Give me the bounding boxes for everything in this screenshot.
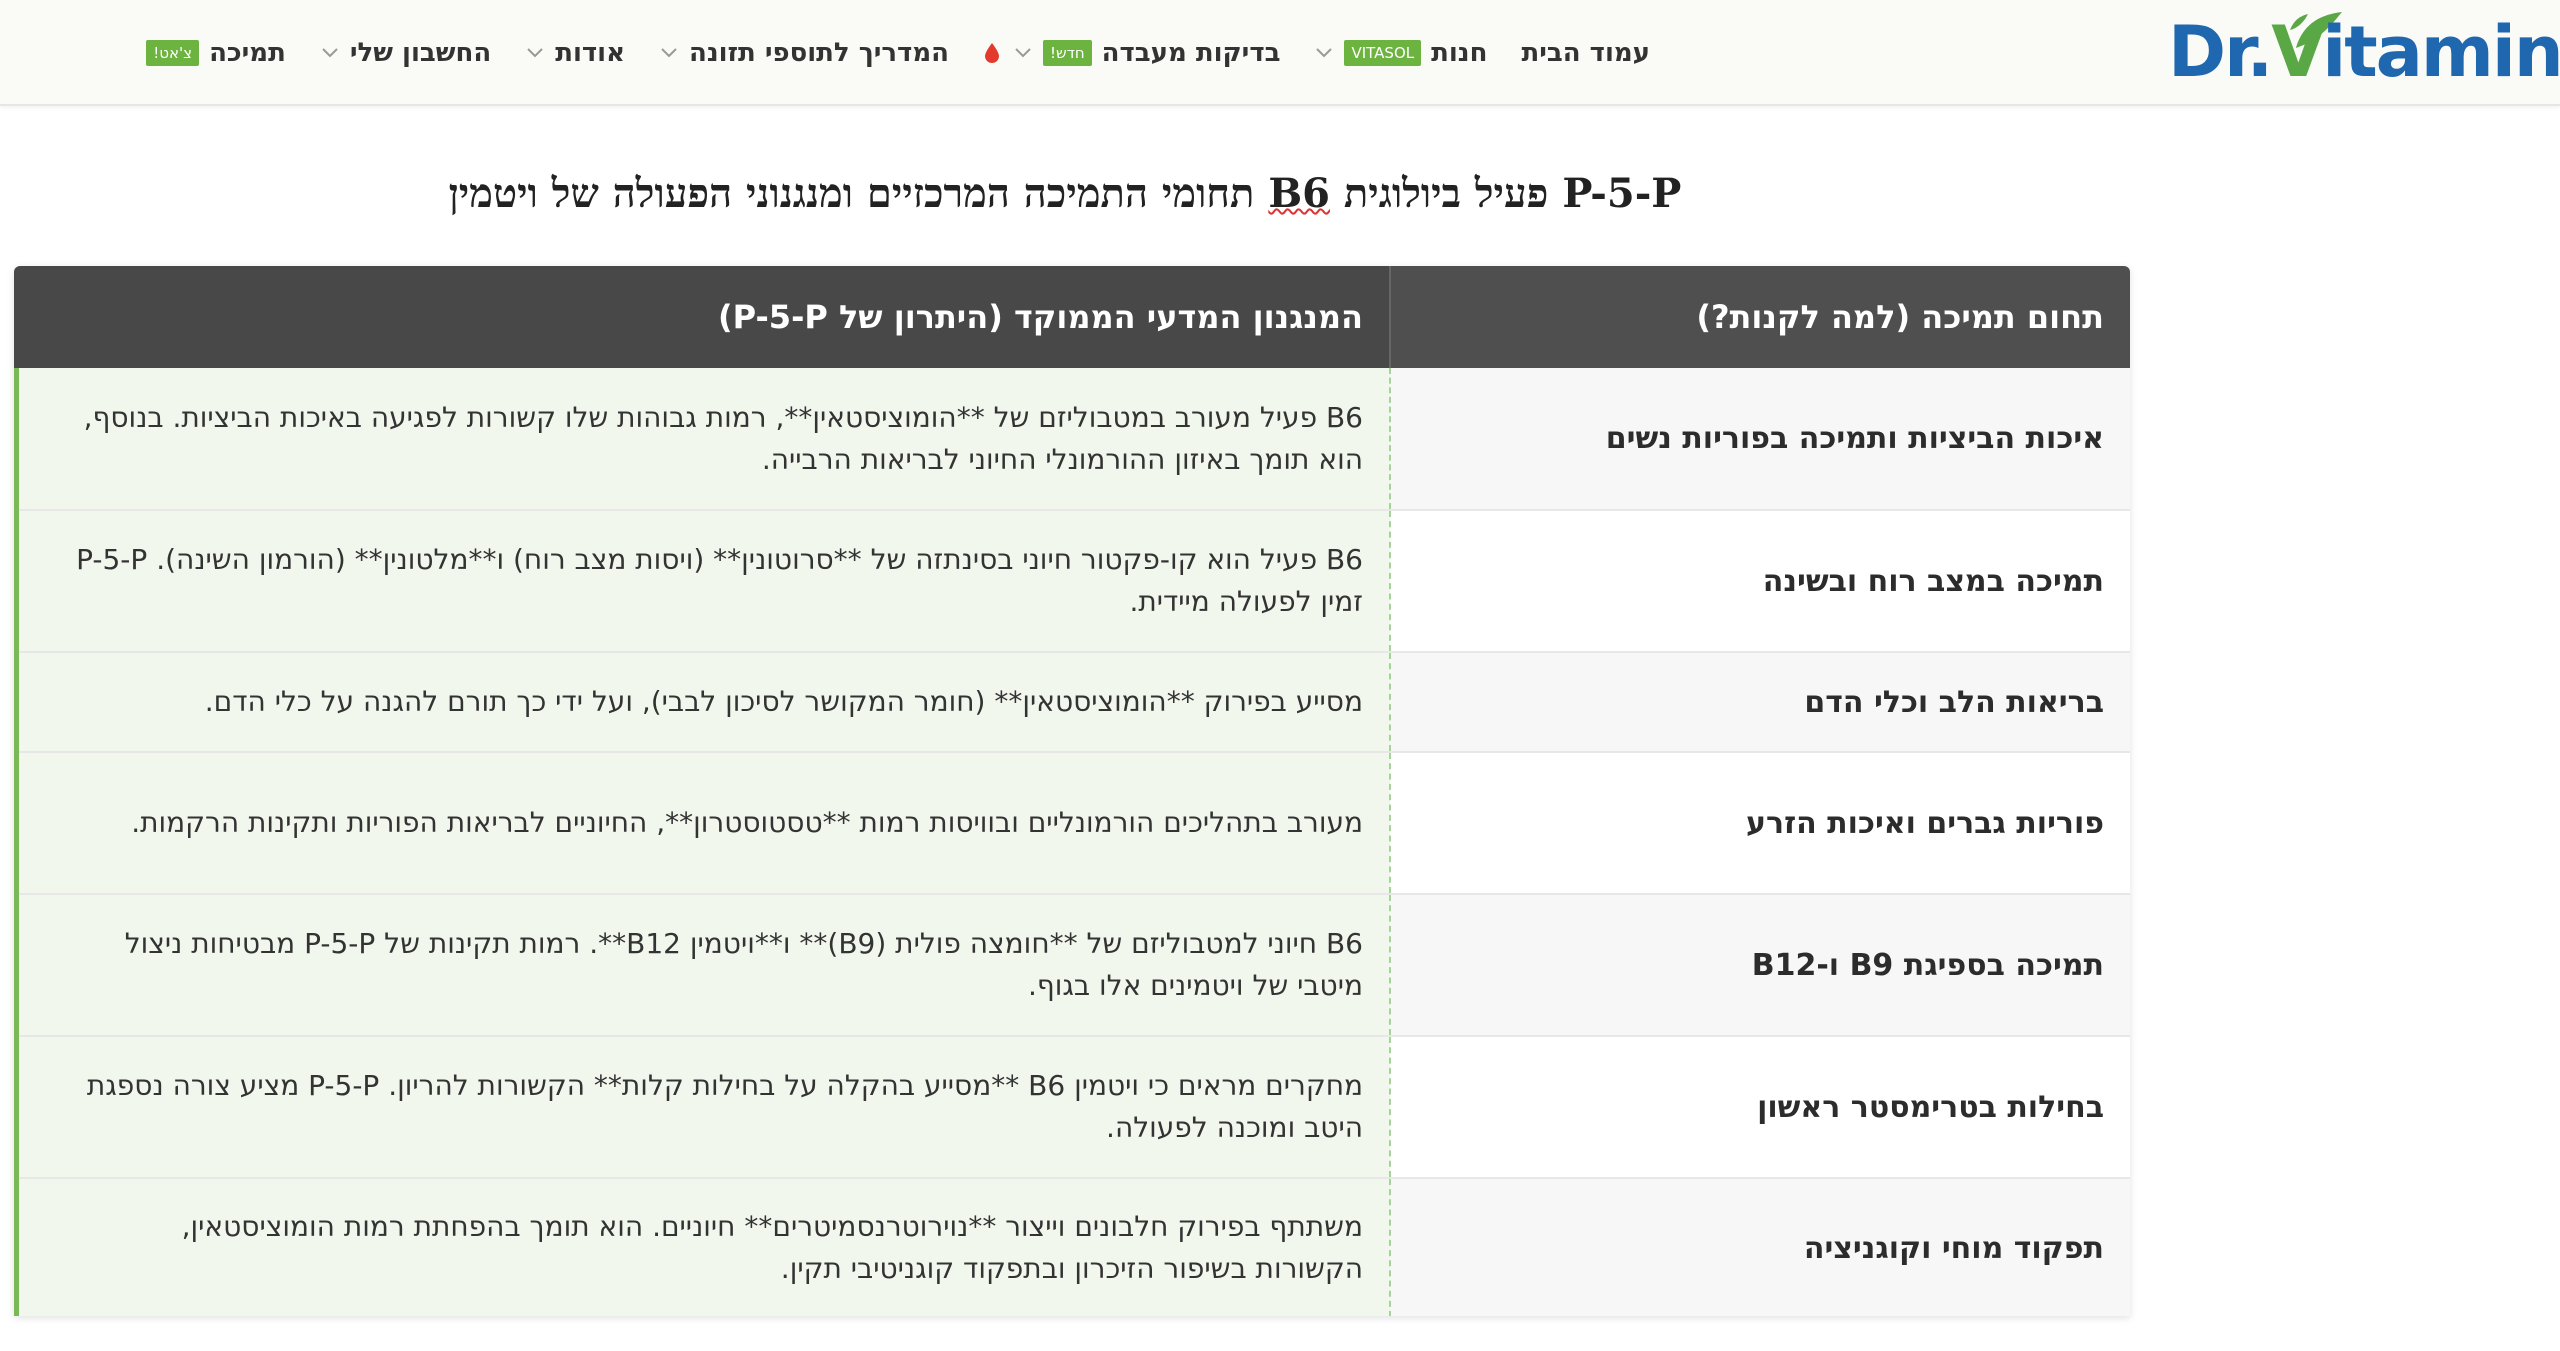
area-cell: תמיכה בספיגת B9 ו-B12 [1389,894,2130,1037]
dr-vitamin-logo[interactable]: Dr.Vitamin [2168,11,2560,93]
chevron-down-icon [320,43,340,63]
logo-text-dr: Dr. [2168,11,2273,93]
nav-support[interactable]: תמיכה צ'אט! [146,0,286,106]
mechanism-cell: משתתף בפירוק חלבונים וייצור **נוירוטרנסמ… [14,1178,1390,1316]
logo-text-v: V [2271,11,2324,93]
support-areas-table: תחום תמיכה (למה לקנות?) המנגנון המדעי המ… [14,266,2130,1316]
mechanism-cell: מעורב בתהליכים הורמונליים ובוויסות רמות … [14,752,1390,895]
site-header: Dr.Vitamin עמוד הבית חנות VITASOL בדיקות… [0,0,2560,106]
area-cell: בריאות הלב וכלי הדם [1389,652,2130,753]
table-row: בחילות בטרימסטר ראשון מחקרים מראים כי וי… [14,1036,2130,1179]
chevron-down-icon [1314,43,1334,63]
blood-drop-icon [985,43,1000,63]
mechanism-cell: B6 חיוני למטבוליזם של **חומצה פולית (B9)… [14,894,1390,1037]
chevron-down-icon [659,43,679,63]
nav-shop[interactable]: חנות VITASOL [1314,0,1487,106]
table-row: פוריות גברים ואיכות הזרע מעורב בתהליכים … [14,752,2130,895]
vitasol-badge: VITASOL [1344,40,1422,66]
table-accent-edge [14,368,19,1316]
area-cell: תפקוד מוחי וקוגניציה [1389,1178,2130,1316]
nav-home[interactable]: עמוד הבית [1521,0,1650,106]
table-header-row: תחום תמיכה (למה לקנות?) המנגנון המדעי המ… [14,266,2130,368]
mechanism-cell: B6 פעיל הוא קו-פקטור חיוני בסינתזה של **… [14,510,1390,653]
header-area: תחום תמיכה (למה לקנות?) [1389,266,2130,368]
area-cell: איכות הביציות ותמיכה בפוריות נשים [1389,368,2130,511]
nav-my-account[interactable]: החשבון שלי [320,0,491,106]
area-cell: פוריות גברים ואיכות הזרע [1389,752,2130,895]
nav-about[interactable]: אודות [525,0,625,106]
mechanism-cell: מחקרים מראים כי ויטמין B6 **מסייע בהקלה … [14,1036,1390,1179]
table-row: תמיכה במצב רוח ובשינה B6 פעיל הוא קו-פקט… [14,510,2130,653]
header-mechanism: המנגנון המדעי הממוקד (היתרון של P-5-P) [14,266,1390,368]
mechanism-cell: מסייע בפירוק **הומוציסטאין** (חומר המקוש… [14,652,1390,753]
area-cell: תמיכה במצב רוח ובשינה [1389,510,2130,653]
main-nav: עמוד הבית חנות VITASOL בדיקות מעבדה חדש!… [112,0,1650,106]
chevron-down-icon [1013,43,1033,63]
table-row: תפקוד מוחי וקוגניציה משתתף בפירוק חלבוני… [14,1178,2130,1316]
area-cell: בחילות בטרימסטר ראשון [1389,1036,2130,1179]
nav-supplement-guide[interactable]: המדריך לתוספי תזונה [659,0,949,106]
new-badge: חדש! [1043,40,1092,66]
nav-lab-tests[interactable]: בדיקות מעבדה חדש! [983,0,1280,106]
chevron-down-icon [525,43,545,63]
table-row: תמיכה בספיגת B9 ו-B12 B6 חיוני למטבוליזם… [14,894,2130,1037]
mechanism-cell: B6 פעיל מעורב במטבוליזם של **הומוציסטאין… [14,368,1390,511]
logo-text-itamin: itamin [2322,11,2560,93]
chat-badge: צ'אט! [146,40,200,66]
table-row: איכות הביציות ותמיכה בפוריות נשים B6 פעי… [14,368,2130,511]
table-row: בריאות הלב וכלי הדם מסייע בפירוק **הומוצ… [14,652,2130,753]
page-title: P-5-P פעיל ביולוגית B6 תחומי התמיכה המרכ… [448,170,1682,217]
